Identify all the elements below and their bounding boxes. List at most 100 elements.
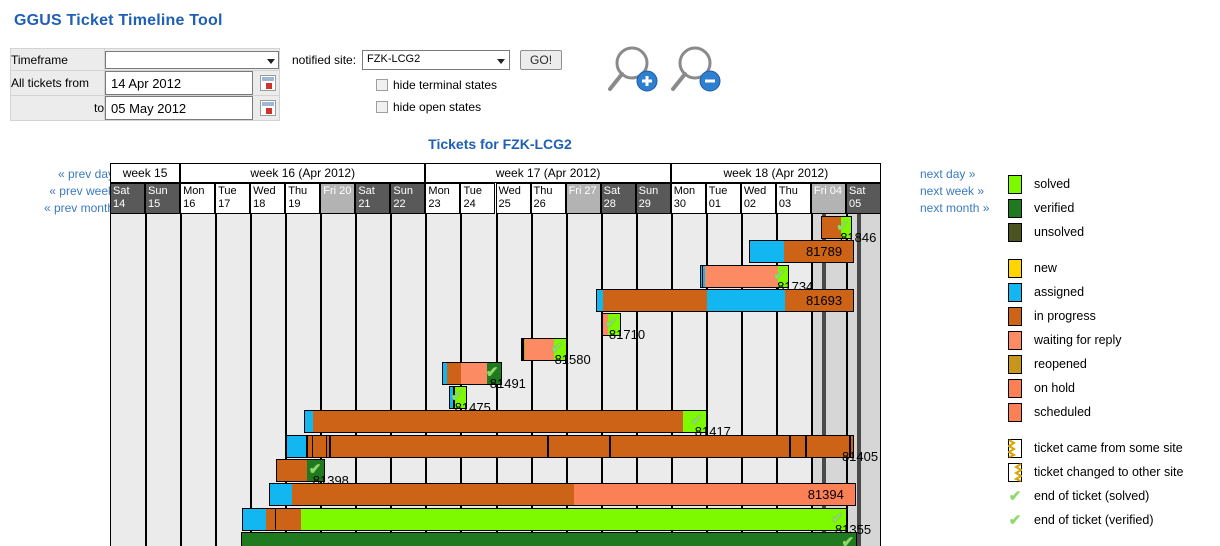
next-day-link[interactable]: next day » [920, 166, 1016, 183]
ticket-segment-verified [241, 532, 857, 546]
end-of-ticket-solved-icon: ✔ [836, 218, 849, 235]
day-header-sat-28[interactable]: Sat 28 [600, 183, 636, 214]
day-header-dom: 26 [533, 198, 546, 210]
next-week-link[interactable]: next week » [920, 183, 1016, 200]
grid-line [145, 214, 148, 546]
ticket-bar[interactable] [268, 483, 856, 507]
end-of-ticket-solved-icon: ✔ [690, 412, 704, 430]
prev-day-link[interactable]: « prev day [26, 166, 114, 183]
day-header-dom: 23 [428, 198, 441, 210]
ticket-bar[interactable] [303, 410, 707, 434]
ticket-segment-in-progress [791, 435, 806, 457]
legend-label-scheduled: scheduled [1034, 405, 1091, 419]
from-date-input[interactable]: 14 Apr 2012 [105, 71, 253, 95]
ticket-bar[interactable] [286, 434, 854, 458]
day-header-sun-15[interactable]: Sun 15 [145, 183, 181, 214]
day-header-dom: 14 [113, 198, 126, 210]
day-header-fri-27[interactable]: Fri 27 [565, 183, 601, 214]
day-header-thu-26[interactable]: Thu 26 [530, 183, 566, 214]
hide-terminal-states-checkbox[interactable] [376, 79, 388, 91]
chevron-down-icon [497, 59, 506, 64]
hide-open-states-row[interactable]: hide open states [376, 100, 562, 114]
legend-item-check-solved: ✔ end of ticket (solved) [1008, 484, 1218, 508]
chart-title: Tickets for FZK-LCG2 [428, 136, 572, 152]
timeframe-select-cell [104, 48, 280, 71]
legend-swatch-solved [1008, 174, 1022, 194]
day-header-sat-05[interactable]: Sat 05 [845, 183, 881, 214]
go-button[interactable]: GO! [520, 50, 563, 70]
ticket-bar[interactable] [240, 531, 858, 546]
day-header-fri-04[interactable]: Fri 04 [810, 183, 846, 214]
day-header-tue-17[interactable]: Tue 17 [215, 183, 251, 214]
day-header-dow: Sun [148, 185, 168, 197]
week-header-cell: week 16 (Apr 2012) [180, 163, 426, 183]
to-date-input[interactable]: 05 May 2012 [105, 96, 253, 120]
hide-terminal-states-row[interactable]: hide terminal states [376, 78, 562, 92]
timeframe-label: Timeframe [10, 48, 105, 71]
day-header-thu-19[interactable]: Thu 19 [285, 183, 321, 214]
day-header-sun-22[interactable]: Sun 22 [390, 183, 426, 214]
ticket-segment-in-progress [276, 460, 307, 481]
day-header-dom: 02 [743, 198, 757, 210]
site-select[interactable]: FZK-LCG2 [362, 50, 511, 70]
legend-label-check-solved: end of ticket (solved) [1034, 489, 1150, 503]
day-header-wed-25[interactable]: Wed 25 [495, 183, 531, 214]
day-header-mon-23[interactable]: Mon 23 [425, 183, 461, 214]
ticket-segment-solved [300, 508, 846, 530]
ticket-segment-in-progress [266, 508, 275, 530]
magnifier-plus-icon[interactable] [606, 44, 664, 96]
day-header-mon-16[interactable]: Mon 16 [180, 183, 216, 214]
ticket-segment-in-progress [602, 289, 707, 311]
day-header-dow: Wed [253, 185, 276, 197]
day-header-tue-24[interactable]: Tue 24 [460, 183, 496, 214]
day-header-dow: Sat [113, 185, 130, 197]
day-header-dom: 25 [498, 198, 511, 210]
day-header-dow: Sat [358, 185, 375, 197]
to-label: to [10, 95, 105, 121]
day-header-dow: Sat [603, 185, 621, 197]
day-header-mon-30[interactable]: Mon 30 [670, 183, 706, 214]
changed-to-site-icon [1008, 462, 1023, 482]
legend-group-gap [1008, 244, 1218, 256]
legend-item-verified: verified [1008, 196, 1218, 220]
next-month-link[interactable]: next month » [920, 200, 1016, 217]
week-header-cell: week 17 (Apr 2012) [425, 163, 671, 183]
day-header-sat-14[interactable]: Sat 14 [110, 183, 146, 214]
day-header-tue-01[interactable]: Tue 01 [705, 183, 741, 214]
ticket-segment-waiting-for-reply [704, 265, 778, 287]
calendar-icon-from[interactable] [260, 75, 277, 91]
legend-label-new: new [1034, 261, 1057, 275]
legend-item-check-verified: ✔ end of ticket (verified) [1008, 508, 1218, 532]
legend-item-changed-to-site: ticket changed to other site [1008, 460, 1218, 484]
ticket-bar[interactable] [242, 507, 847, 531]
day-header-dom: 30 [673, 198, 686, 210]
day-header-wed-18[interactable]: Wed 18 [250, 183, 286, 214]
day-header-dom: 22 [393, 198, 406, 210]
legend-label-verified: verified [1034, 201, 1075, 215]
day-header-dom: 29 [638, 198, 651, 210]
day-header-wed-02[interactable]: Wed 02 [740, 183, 776, 214]
day-header-thu-03[interactable]: Thu 03 [775, 183, 811, 214]
day-header-dow: Mon [183, 185, 205, 197]
timeframe-select[interactable] [105, 50, 279, 69]
legend-swatch-on-hold [1008, 378, 1022, 398]
day-header-dow: Thu [288, 185, 308, 197]
prev-week-link[interactable]: « prev week [26, 183, 114, 200]
legend-swatch-unsolved [1008, 222, 1022, 242]
from-input-cell: 14 Apr 2012 [104, 70, 280, 96]
day-header-sat-21[interactable]: Sat 21 [355, 183, 391, 214]
day-header-dow: Tue [708, 185, 728, 197]
came-from-site-icon [1007, 438, 1022, 458]
prev-month-link[interactable]: « prev month [26, 200, 114, 217]
day-header-dom: 15 [148, 198, 161, 210]
day-header-fri-20[interactable]: Fri 20 [320, 183, 356, 214]
end-of-ticket-solved-icon: ✔ [773, 266, 786, 284]
grid-line [215, 214, 218, 546]
day-header-dow: Sun [638, 185, 659, 197]
hide-open-states-checkbox[interactable] [376, 101, 388, 113]
calendar-icon-to[interactable] [260, 100, 277, 116]
day-header-dom: 04 [829, 185, 842, 197]
day-header-dom: 19 [288, 198, 301, 210]
magnifier-minus-icon[interactable] [669, 44, 727, 96]
day-header-sun-29[interactable]: Sun 29 [635, 183, 671, 214]
